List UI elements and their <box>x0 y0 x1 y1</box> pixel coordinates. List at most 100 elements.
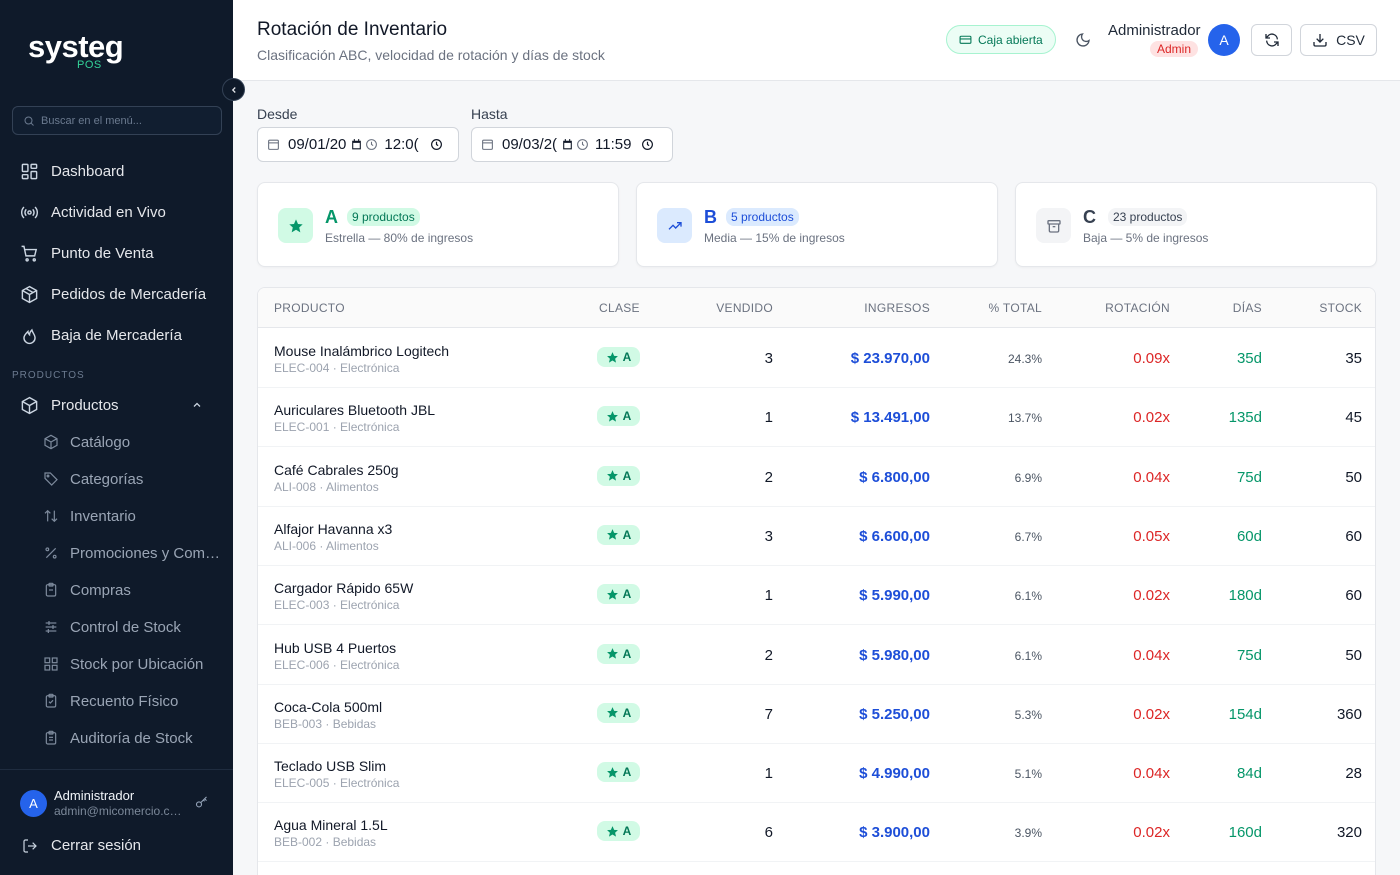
flame-icon <box>23 328 36 344</box>
table-row[interactable]: Alfajor Havanna x3 ALI-006 · Alimentos A 3 $… <box>258 507 1375 566</box>
sold-value: 6 <box>764 824 773 842</box>
stock-value: 50 <box>1345 468 1362 486</box>
col-total[interactable]: % TOTAL <box>989 301 1042 315</box>
stock-value: 60 <box>1345 587 1362 605</box>
sold-value: 7 <box>764 705 773 723</box>
product-sku-category: ELEC-006 · Electrónica <box>274 657 400 672</box>
sold-value: 1 <box>764 587 773 605</box>
table-row[interactable]: Auriculares Bluetooth JBL ELEC-001 · Elec… <box>258 388 1375 448</box>
col-ingresos[interactable]: INGRESOS <box>864 301 930 315</box>
sidebar-collapse-button[interactable] <box>222 78 245 101</box>
nav-dashboard[interactable]: Dashboard <box>20 159 124 183</box>
nav-label: Punto de Venta <box>51 244 154 262</box>
sub-recuento[interactable]: Recuento Físico <box>43 690 223 712</box>
sub-label: Categorías <box>70 470 144 488</box>
calendar-icon <box>482 139 493 150</box>
col-dias[interactable]: DÍAS <box>1233 301 1262 315</box>
caja-status-badge[interactable]: Caja abierta <box>946 25 1056 54</box>
sub-catalogo[interactable]: Catálogo <box>43 431 223 453</box>
stock-value: 45 <box>1345 409 1362 427</box>
key-icon[interactable] <box>194 795 209 810</box>
nav-productos[interactable]: Productos <box>20 393 215 417</box>
table-row[interactable]: Café Cabrales 250g ALI-008 · Alimentos A 2 $… <box>258 448 1375 507</box>
hasta-date[interactable]: 09/03/2( <box>502 136 557 153</box>
total-percent: 13.7% <box>1007 411 1042 426</box>
sub-label: Compras <box>70 581 131 599</box>
cart-icon <box>21 245 38 262</box>
desde-date[interactable]: 09/01/20 <box>288 136 346 153</box>
table-row[interactable]: Mouse Inalámbrico Logitech ELEC-004 · Ele… <box>258 329 1375 388</box>
calendar-picker-icon[interactable] <box>561 138 574 151</box>
class-badge: A <box>597 821 640 842</box>
sub-stock-ubicacion[interactable]: Stock por Ubicación <box>43 653 223 675</box>
sub-inventario[interactable]: Inventario <box>43 505 223 527</box>
menu-search[interactable] <box>12 106 222 135</box>
sub-compras[interactable]: Compras <box>43 579 223 601</box>
table-row[interactable]: Teclado USB Slim ELEC-005 · Electrónica A 1… <box>258 744 1375 804</box>
sub-promociones[interactable]: Promociones y Combos <box>43 542 223 564</box>
col-clase[interactable]: CLASE <box>599 301 640 315</box>
table-row[interactable]: Agua Mineral 1.5L BEB-002 · Bebidas A 6 $ 3.… <box>258 803 1375 863</box>
sold-value: 3 <box>764 350 773 367</box>
total-percent: 6.9% <box>1014 470 1042 485</box>
nav-pedidos[interactable]: Pedidos de Mercadería <box>20 282 206 306</box>
table-row[interactable]: Cargador Rápido 65W ELEC-003 · Electrónic… <box>258 566 1375 626</box>
stock-value: 50 <box>1345 646 1362 664</box>
sub-categorias[interactable]: Categorías <box>43 468 223 490</box>
clipboard-check-icon <box>45 693 57 708</box>
rotation-value: 0.02x <box>1133 409 1170 427</box>
col-producto[interactable]: PRODUCTO <box>274 301 345 315</box>
brand-logo[interactable]: systeg POS <box>28 30 124 72</box>
sub-control-stock[interactable]: Control de Stock <box>43 616 223 638</box>
logout-button[interactable]: Cerrar sesión <box>22 837 141 854</box>
class-card-c[interactable]: C 23 productos Baja — 5% de ingresos <box>1015 182 1377 267</box>
avatar[interactable]: A <box>1208 24 1240 56</box>
star-icon <box>606 825 618 837</box>
class-badge-label: A <box>622 468 632 483</box>
star-icon <box>606 410 618 422</box>
nav-punto-venta[interactable]: Punto de Venta <box>20 241 154 265</box>
time-picker-icon[interactable] <box>430 138 443 151</box>
radio-icon <box>20 205 39 219</box>
sub-auditoria[interactable]: Auditoría de Stock <box>43 727 223 749</box>
class-letter: B <box>704 207 717 227</box>
chevron-up-icon <box>193 402 201 407</box>
star-icon <box>606 588 618 600</box>
product-sku-category: ELEC-004 · Electrónica <box>274 361 400 375</box>
avatar[interactable]: A <box>20 790 47 817</box>
class-badge: A <box>597 702 640 723</box>
nav-label: Pedidos de Mercadería <box>51 285 207 303</box>
csv-label: CSV <box>1336 32 1365 48</box>
class-letter: A <box>325 207 338 227</box>
desde-datetime-input[interactable]: 09/01/20 12:0( <box>257 127 459 162</box>
class-card-b[interactable]: B 5 productos Media — 15% de ingresos <box>636 182 998 267</box>
hasta-datetime-input[interactable]: 09/03/2( 11:59 <box>471 127 673 162</box>
sub-label: Promociones y Combos <box>70 544 223 562</box>
table-row[interactable]: Hub USB 4 Puertos ELEC-006 · Electrónica A… <box>258 626 1375 685</box>
hasta-time[interactable]: 11:59 <box>595 136 633 153</box>
caja-label: Caja abierta <box>978 32 1043 47</box>
desde-time[interactable]: 12:0( <box>384 136 422 153</box>
col-stock[interactable]: STOCK <box>1319 301 1362 315</box>
product-sku-category: ELEC-001 · Electrónica <box>274 420 400 435</box>
days-value: 84d <box>1236 765 1262 783</box>
table-row[interactable]: Coca-Cola 500ml BEB-003 · Bebidas A 7 $ 5.25… <box>258 685 1375 744</box>
moon-icon[interactable] <box>1075 32 1091 48</box>
revenue-value: $ 5.980,00 <box>859 646 930 664</box>
sub-label: Recuento Físico <box>70 692 179 710</box>
class-card-a[interactable]: A 9 productos Estrella — 80% de ingresos <box>257 182 619 267</box>
nav-actividad[interactable]: Actividad en Vivo <box>20 200 166 224</box>
nav-baja[interactable]: Baja de Mercadería <box>20 323 182 347</box>
time-picker-icon[interactable] <box>641 138 654 151</box>
clock-icon <box>366 139 378 150</box>
menu-search-input[interactable] <box>41 114 211 127</box>
col-rotacion[interactable]: ROTACIÓN <box>1105 301 1170 315</box>
export-csv-button[interactable]: CSV <box>1300 24 1377 56</box>
refresh-button[interactable] <box>1251 24 1292 56</box>
calendar-picker-icon[interactable] <box>350 138 363 151</box>
col-vendido[interactable]: VENDIDO <box>716 301 773 315</box>
star-icon <box>606 707 618 718</box>
revenue-value: $ 4.990,00 <box>859 765 930 783</box>
page-subtitle: Clasificación ABC, velocidad de rotación… <box>257 47 605 63</box>
class-badge-label: A <box>622 705 632 720</box>
